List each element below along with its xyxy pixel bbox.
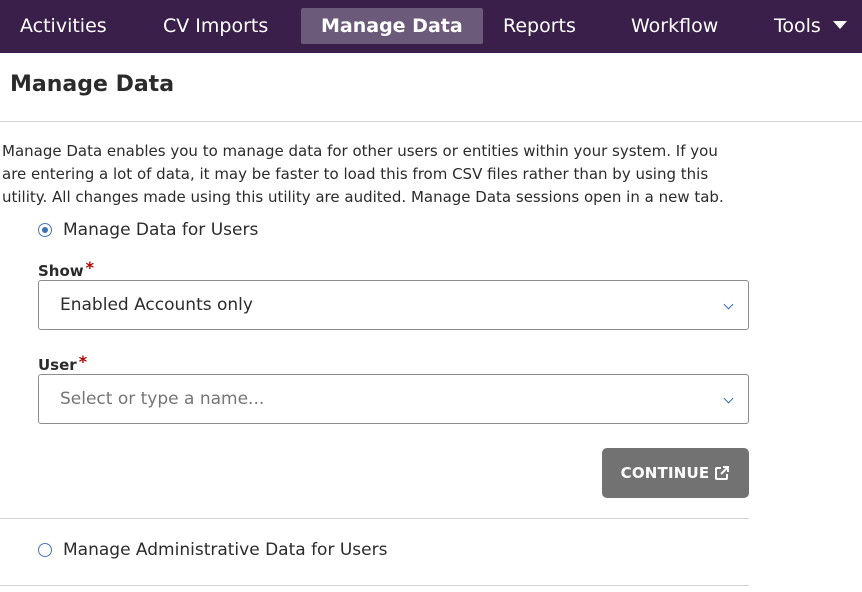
nav-item-workflow[interactable]: Workflow: [631, 8, 718, 44]
external-link-icon: [715, 466, 730, 480]
top-navigation: Activities CV Imports Manage Data Report…: [0, 0, 862, 53]
required-mark: *: [85, 258, 95, 277]
radio-selected-icon[interactable]: [38, 223, 52, 237]
caret-down-icon: [832, 20, 847, 29]
nav-item-tools[interactable]: Tools: [774, 8, 847, 44]
nav-item-cv-imports[interactable]: CV Imports: [163, 8, 268, 44]
divider: [0, 585, 749, 586]
show-field-label: Show *: [38, 258, 95, 280]
divider: [0, 121, 862, 122]
nav-item-activities[interactable]: Activities: [20, 8, 107, 44]
divider: [0, 518, 749, 519]
intro-text: Manage Data enables you to manage data f…: [2, 142, 724, 206]
show-select-value: Enabled Accounts only: [60, 295, 253, 315]
page-title: Manage Data: [10, 72, 175, 97]
required-mark: *: [78, 352, 88, 371]
user-field-label: User *: [38, 352, 88, 374]
manage-data-users-label: Manage Data for Users: [63, 220, 259, 240]
continue-button[interactable]: CONTINUE: [602, 448, 749, 498]
nav-item-reports[interactable]: Reports: [503, 8, 576, 44]
chevron-down-icon: [723, 299, 734, 310]
user-select[interactable]: Select or type a name...: [38, 374, 749, 424]
manage-data-users-option[interactable]: Manage Data for Users: [38, 220, 258, 240]
user-label-text: User: [38, 356, 77, 374]
manage-admin-data-label: Manage Administrative Data for Users: [63, 540, 388, 560]
nav-item-manage-data[interactable]: Manage Data: [301, 8, 483, 44]
show-select[interactable]: Enabled Accounts only: [38, 280, 749, 330]
manage-admin-data-option[interactable]: Manage Administrative Data for Users: [38, 540, 387, 560]
show-label-text: Show: [38, 262, 84, 280]
chevron-down-icon: [723, 393, 734, 404]
user-select-placeholder: Select or type a name...: [60, 389, 265, 409]
nav-item-tools-label: Tools: [774, 15, 821, 37]
continue-button-label: CONTINUE: [620, 464, 710, 482]
radio-unselected-icon[interactable]: [38, 543, 52, 557]
